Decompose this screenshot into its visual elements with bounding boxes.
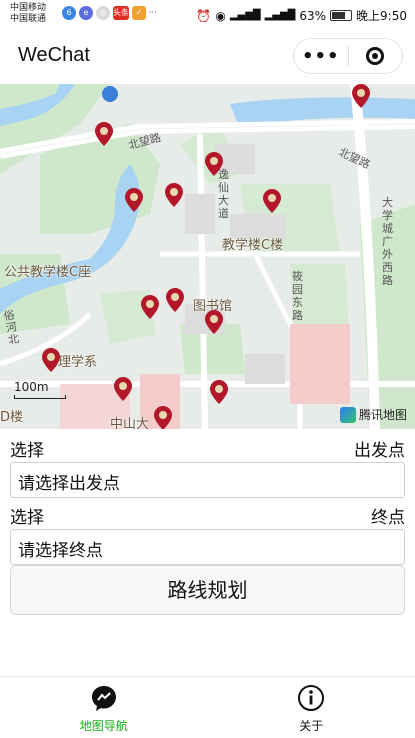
battery-percent: 63%	[299, 8, 327, 23]
start-label-origin: 出发点	[354, 441, 405, 461]
eye-icon: ◉	[215, 8, 226, 23]
start-point-field[interactable]: 请选择出发点	[10, 462, 405, 498]
end-label-row: 选择 终点	[10, 503, 405, 528]
road-label-yuanxi: 筱园东路	[292, 270, 303, 322]
route-plan-button[interactable]: 路线规划	[10, 565, 405, 615]
app-notification-icon: ◎	[96, 6, 110, 20]
app-notification-icon: ✓	[132, 6, 146, 20]
map-provider-label: 腾讯地图	[358, 408, 407, 422]
map-provider: 腾讯地图	[339, 406, 407, 423]
system-status: ⏰ ◉ ▂▄▆█ ▂▄▆█ 63% 晚上9:50	[196, 7, 407, 24]
app-notification-icon: 6	[62, 6, 76, 20]
map-pin-icon[interactable]	[165, 183, 183, 207]
end-point-field[interactable]: 请选择终点	[10, 529, 405, 565]
map-pin-icon[interactable]	[166, 288, 184, 312]
map-pin-icon[interactable]	[210, 380, 228, 404]
close-target-icon	[366, 47, 385, 65]
tab-map-navigation-label: 地图导航	[79, 719, 128, 733]
tencent-map-logo-icon	[339, 406, 356, 423]
mini-program-navbar: WeChat •••	[0, 30, 415, 84]
app-notification-icon: e	[79, 6, 93, 20]
carrier-2: 中国联通	[10, 14, 47, 24]
tab-about-label: 关于	[299, 719, 324, 733]
carrier-info: 中国移动 中国联通	[10, 3, 46, 25]
map-scale-label: 100m	[14, 380, 49, 394]
start-label-select: 选择	[10, 441, 44, 461]
notification-icons: 6 e ◎ 头条 ✓ ···	[62, 6, 157, 20]
tab-map-navigation[interactable]: 地图导航	[0, 677, 208, 738]
end-label-destination: 终点	[371, 508, 405, 528]
alarm-icon: ⏰	[196, 8, 212, 23]
map-pin-icon[interactable]	[42, 348, 60, 372]
map-pin-icon[interactable]	[114, 377, 132, 401]
signal-icon: ▂▄▆█	[264, 10, 296, 21]
signal-icon: ▂▄▆█	[229, 10, 261, 21]
map-pin-icon[interactable]	[352, 84, 370, 108]
map-pin-icon[interactable]	[263, 189, 281, 213]
end-label-select: 选择	[10, 508, 44, 528]
road-label-gucheng: 大学城广外西路	[382, 196, 393, 287]
tab-about[interactable]: 关于	[208, 677, 415, 738]
close-button[interactable]	[348, 47, 402, 65]
map-pin-icon[interactable]	[141, 295, 159, 319]
map-label-d-building: D楼	[0, 410, 24, 425]
info-icon	[298, 685, 325, 711]
map-label-zhongshan: 中山大	[110, 417, 150, 429]
status-bar: 中国移动 中国联通 6 e ◎ 头条 ✓ ··· ⏰ ◉ ▂▄▆█ ▂▄▆█ 6…	[0, 0, 415, 30]
more-dots: ···	[149, 8, 157, 17]
map-pin-icon[interactable]	[205, 152, 223, 176]
map-pin-icon[interactable]	[95, 122, 113, 146]
map-pin-icon[interactable]	[154, 406, 172, 429]
start-label-row: 选择 出发点	[10, 436, 405, 461]
map-pin-icon[interactable]	[125, 188, 143, 212]
tab-bar: 地图导航 关于	[0, 676, 415, 738]
toutiao-icon: 头条	[113, 6, 129, 20]
map-scale-bar	[14, 395, 66, 399]
map-label-public-building: 公共教学楼C座	[4, 265, 92, 280]
more-button[interactable]: •••	[294, 46, 348, 67]
capsule-menu: •••	[293, 38, 403, 74]
map-canvas	[0, 84, 415, 429]
carrier-1: 中国移动	[10, 3, 47, 13]
map-navigation-icon	[91, 686, 116, 711]
page-title: WeChat	[18, 44, 90, 66]
battery-icon	[330, 10, 353, 21]
map-view[interactable]: 公共教学楼C座 教学楼C楼 图书馆 物理学系 中山大 D楼 北望路 北望路 逸仙…	[0, 84, 415, 429]
clock: 晚上9:50	[356, 9, 407, 23]
map-label-teaching-c: 教学楼C楼	[222, 238, 284, 253]
map-pin-icon[interactable]	[205, 310, 223, 334]
map-scale: 100m	[14, 380, 66, 399]
